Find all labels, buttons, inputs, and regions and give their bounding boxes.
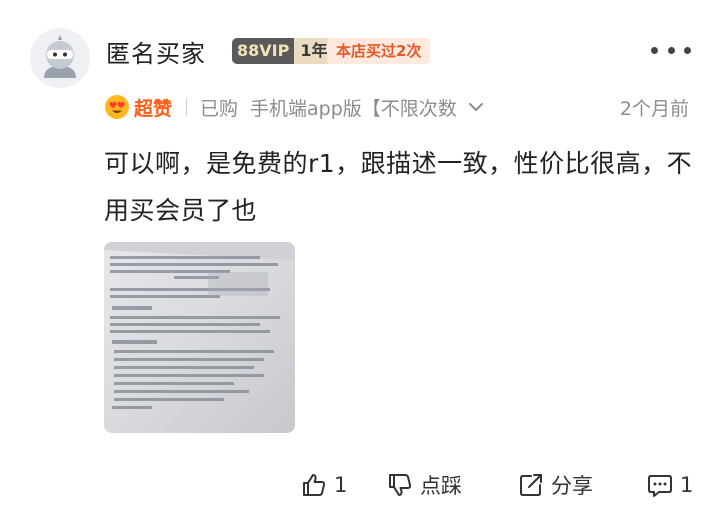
avatar[interactable] xyxy=(30,28,90,88)
more-dot xyxy=(651,47,658,54)
sku-label[interactable]: 手机端app版【不限次数 xyxy=(250,94,457,121)
more-dot xyxy=(667,47,675,54)
dislike-label: 点踩 xyxy=(420,474,462,498)
username[interactable]: 匿名买家 xyxy=(106,34,206,69)
like-button[interactable]: 1 xyxy=(300,468,347,502)
vip-badge: 88VIP 1年 xyxy=(232,38,334,64)
chevron-down-icon[interactable] xyxy=(467,98,485,116)
heart-eyes-emoji-icon xyxy=(105,95,129,119)
thumbs-down-icon xyxy=(389,474,412,496)
repeat-purchase-badge: 本店买过2次 xyxy=(327,38,431,64)
meta-divider xyxy=(186,98,188,116)
purchase-status: 已购 xyxy=(200,97,239,120)
rating-label: 超赞 xyxy=(134,97,173,120)
share-icon xyxy=(520,474,542,496)
dislike-button[interactable]: 点踩 xyxy=(386,468,462,502)
comment-icon xyxy=(648,475,672,497)
like-count: 1 xyxy=(334,473,348,497)
thumbs-up-icon xyxy=(303,474,326,496)
comment-button[interactable]: 1 xyxy=(646,468,693,502)
more-dots-icon[interactable] xyxy=(651,47,691,57)
review-meta: 超赞 已购 手机端app版【不限次数 xyxy=(104,92,485,122)
action-bar: 1 点踩 分享 1 xyxy=(0,468,719,502)
review-photo-image xyxy=(104,242,295,433)
review-text: 可以啊，是免费的r1，跟描述一致，性价比很高，不用买会员了也 xyxy=(104,149,693,225)
comment-count: 1 xyxy=(680,473,694,497)
review-time: 2个月前 xyxy=(619,98,689,120)
more-dot xyxy=(684,47,691,54)
share-label: 分享 xyxy=(551,474,593,498)
vip-label: 88VIP xyxy=(232,38,295,64)
share-button[interactable]: 分享 xyxy=(517,468,593,502)
review-photo[interactable] xyxy=(104,242,295,433)
